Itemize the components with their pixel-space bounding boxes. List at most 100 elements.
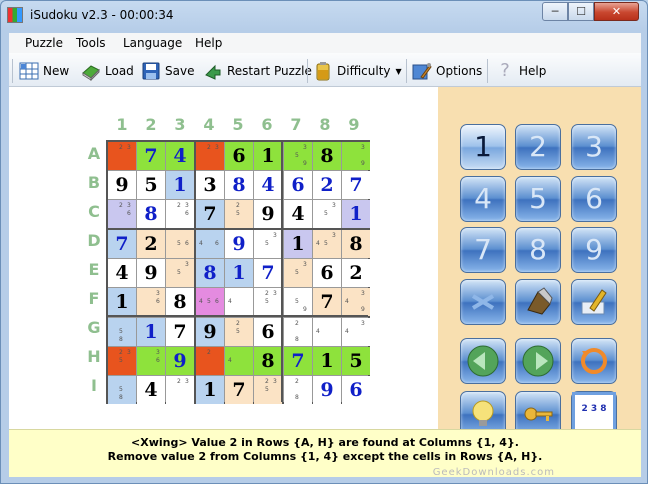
cell-E9[interactable]: 2 [342, 259, 370, 287]
cell-I2[interactable]: 4 [137, 376, 165, 404]
cell-G7[interactable]: 28 [284, 318, 312, 346]
cell-G9[interactable]: 43 [342, 318, 370, 346]
cell-E6[interactable]: 7 [254, 259, 282, 287]
cell-F3[interactable]: 8 [166, 288, 194, 316]
cell-F6[interactable]: 235 [254, 288, 282, 316]
cell-A1[interactable]: 23 [108, 142, 136, 170]
cell-E4[interactable]: 8 [196, 259, 224, 287]
cell-B8[interactable]: 2 [313, 171, 341, 199]
cell-C8[interactable]: 53 [313, 200, 341, 228]
cell-H8[interactable]: 1 [313, 347, 341, 375]
cell-I3[interactable]: 23 [166, 376, 194, 404]
cell-E1[interactable]: 4 [108, 259, 136, 287]
cell-G1[interactable]: 58 [108, 318, 136, 346]
cell-D9[interactable]: 8 [342, 230, 370, 258]
cell-A9[interactable]: 39 [342, 142, 370, 170]
help-button[interactable]: ? Help [495, 60, 546, 82]
close-button[interactable]: ✕ [594, 2, 639, 21]
cell-F8[interactable]: 7 [313, 288, 341, 316]
save-button[interactable]: Save [141, 60, 194, 82]
cell-F9[interactable]: 4 3 9 [342, 288, 370, 316]
number-button-1[interactable]: 1 [460, 124, 506, 170]
number-button-2[interactable]: 2 [515, 124, 561, 170]
cell-A4[interactable]: 23 [196, 142, 224, 170]
cell-C9[interactable]: 1 [342, 200, 370, 228]
cell-A3[interactable]: 4 [166, 142, 194, 170]
cell-A7[interactable]: 359 [284, 142, 312, 170]
cell-G8[interactable]: 4 [313, 318, 341, 346]
minimize-button[interactable]: ─ [542, 2, 568, 21]
cell-B6[interactable]: 4 [254, 171, 282, 199]
cell-F2[interactable]: 36 [137, 288, 165, 316]
cell-A6[interactable]: 1 [254, 142, 282, 170]
cell-C3[interactable]: 236 [166, 200, 194, 228]
cell-D2[interactable]: 2 [137, 230, 165, 258]
cell-F5[interactable]: 4 [225, 288, 253, 316]
cell-G4[interactable]: 9 [196, 318, 224, 346]
menu-help[interactable]: Help [195, 36, 222, 50]
refresh-button[interactable] [571, 338, 617, 384]
cell-G3[interactable]: 7 [166, 318, 194, 346]
cell-C4[interactable]: 7 [196, 200, 224, 228]
cell-I4[interactable]: 1 [196, 376, 224, 404]
pencil-button[interactable] [571, 279, 617, 325]
cell-F1[interactable]: 1 [108, 288, 136, 316]
cell-B9[interactable]: 7 [342, 171, 370, 199]
number-button-3[interactable]: 3 [571, 124, 617, 170]
cell-E2[interactable]: 9 [137, 259, 165, 287]
number-button-4[interactable]: 4 [460, 176, 506, 222]
cell-B4[interactable]: 3 [196, 171, 224, 199]
pen-button[interactable] [515, 279, 561, 325]
cell-G6[interactable]: 6 [254, 318, 282, 346]
cell-B3[interactable]: 1 [166, 171, 194, 199]
cell-H7[interactable]: 7 [284, 347, 312, 375]
cell-D8[interactable]: 453 [313, 230, 341, 258]
cell-D6[interactable]: 53 [254, 230, 282, 258]
menu-tools[interactable]: Tools [76, 36, 106, 50]
cell-H6[interactable]: 8 [254, 347, 282, 375]
cell-I6[interactable]: 235 [254, 376, 282, 404]
number-button-5[interactable]: 5 [515, 176, 561, 222]
cell-D1[interactable]: 7 [108, 230, 136, 258]
cell-D4[interactable]: 46 [196, 230, 224, 258]
number-button-6[interactable]: 6 [571, 176, 617, 222]
cell-F4[interactable]: 456 [196, 288, 224, 316]
cell-E5[interactable]: 1 [225, 259, 253, 287]
cell-C7[interactable]: 4 [284, 200, 312, 228]
cell-A8[interactable]: 8 [313, 142, 341, 170]
restart-puzzle-button[interactable]: Restart Puzzle [203, 60, 312, 82]
cell-B1[interactable]: 9 [108, 171, 136, 199]
cell-C6[interactable]: 9 [254, 200, 282, 228]
new-button[interactable]: New [19, 60, 69, 82]
cell-B5[interactable]: 8 [225, 171, 253, 199]
cell-C2[interactable]: 8 [137, 200, 165, 228]
menu-puzzle[interactable]: Puzzle [25, 36, 63, 50]
cell-H2[interactable]: 36 [137, 347, 165, 375]
cell-I9[interactable]: 6 [342, 376, 370, 404]
cell-H4[interactable]: 2 [196, 347, 224, 375]
cell-H1[interactable]: 235 [108, 347, 136, 375]
cell-H5[interactable]: 4 [225, 347, 253, 375]
number-button-9[interactable]: 9 [571, 227, 617, 273]
cell-G5[interactable]: 25 [225, 318, 253, 346]
options-button[interactable]: Options [412, 60, 482, 82]
cell-D3[interactable]: 56 [166, 230, 194, 258]
cell-E7[interactable]: 53 [284, 259, 312, 287]
cell-G2[interactable]: 1 [137, 318, 165, 346]
cell-E3[interactable]: 53 [166, 259, 194, 287]
cell-D5[interactable]: 9 [225, 230, 253, 258]
undo-button[interactable] [460, 338, 506, 384]
cell-I7[interactable]: 28 [284, 376, 312, 404]
load-button[interactable]: Load [81, 60, 134, 82]
redo-button[interactable] [515, 338, 561, 384]
cell-B7[interactable]: 6 [284, 171, 312, 199]
number-button-7[interactable]: 7 [460, 227, 506, 273]
cell-A5[interactable]: 6 [225, 142, 253, 170]
cell-H3[interactable]: 9 [166, 347, 194, 375]
cell-F7[interactable]: 59 [284, 288, 312, 316]
maximize-button[interactable]: ☐ [568, 2, 594, 21]
cell-C1[interactable]: 236 [108, 200, 136, 228]
number-button-8[interactable]: 8 [515, 227, 561, 273]
cell-I5[interactable]: 7 [225, 376, 253, 404]
cell-D7[interactable]: 1 [284, 230, 312, 258]
